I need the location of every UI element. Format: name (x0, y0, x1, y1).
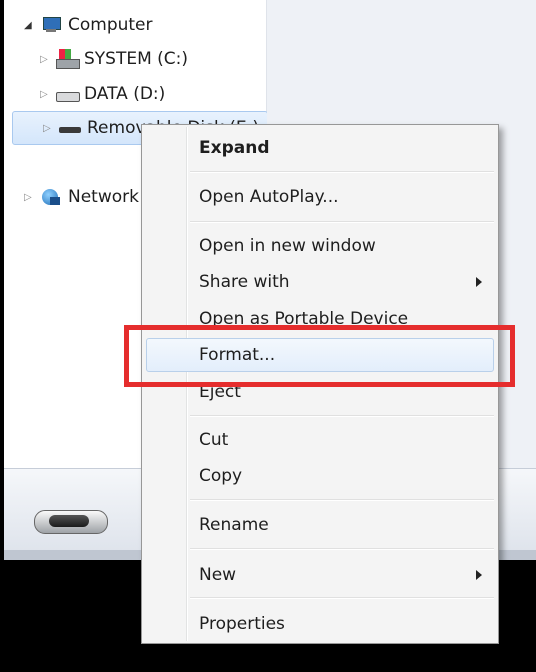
tree-label-data: DATA (D:) (84, 84, 166, 104)
menu-label: Open AutoPlay... (199, 187, 339, 207)
removable-disk-icon (59, 118, 81, 138)
menu-item-autoplay[interactable]: Open AutoPlay... (199, 182, 482, 212)
menu-label: Properties (199, 614, 285, 634)
menu-separator (190, 499, 494, 501)
submenu-arrow-icon (476, 277, 482, 287)
tree-label-network: Network (68, 187, 139, 207)
expanded-arrow-icon[interactable]: ◢ (24, 20, 36, 31)
menu-separator (190, 597, 494, 599)
tree-label-system: SYSTEM (C:) (84, 49, 189, 69)
collapsed-arrow-icon[interactable]: ▷ (43, 123, 55, 134)
menu-label: Rename (199, 515, 269, 535)
menu-label: Expand (199, 138, 270, 158)
menu-label: New (199, 565, 237, 585)
menu-separator (190, 415, 494, 417)
menu-separator (190, 171, 494, 173)
menu-separator (190, 221, 494, 223)
tree-item-network[interactable]: ▷ Network (24, 182, 139, 212)
menu-label: Open in new window (199, 236, 376, 256)
tree-item-computer[interactable]: ◢ Computer (24, 10, 153, 40)
menu-separator (190, 548, 494, 550)
collapsed-arrow-icon[interactable]: ▷ (40, 54, 52, 65)
menu-item-rename[interactable]: Rename (199, 510, 482, 540)
removable-drive-large-icon (34, 500, 108, 534)
menu-item-share-with[interactable]: Share with (199, 267, 482, 297)
menu-item-open-new-window[interactable]: Open in new window (199, 231, 482, 261)
menu-label: Cut (199, 430, 229, 450)
menu-item-copy[interactable]: Copy (199, 461, 482, 491)
format-annotation-box (124, 325, 515, 387)
menu-item-cut[interactable]: Cut (199, 425, 482, 455)
menu-item-properties[interactable]: Properties (199, 609, 482, 639)
menu-label: Copy (199, 466, 243, 486)
menu-item-new[interactable]: New (199, 560, 482, 590)
hard-drive-icon (56, 84, 80, 104)
collapsed-arrow-icon[interactable]: ▷ (24, 192, 36, 203)
submenu-arrow-icon (476, 570, 482, 580)
tree-item-data[interactable]: ▷ DATA (D:) (40, 79, 165, 109)
system-drive-icon (56, 49, 80, 69)
menu-item-expand[interactable]: Expand (199, 133, 482, 163)
menu-label: Share with (199, 272, 290, 292)
network-icon (40, 187, 62, 207)
tree-item-system[interactable]: ▷ SYSTEM (C:) (40, 44, 188, 74)
tree-label-computer: Computer (68, 15, 153, 35)
collapsed-arrow-icon[interactable]: ▷ (40, 89, 52, 100)
computer-icon (40, 15, 62, 35)
